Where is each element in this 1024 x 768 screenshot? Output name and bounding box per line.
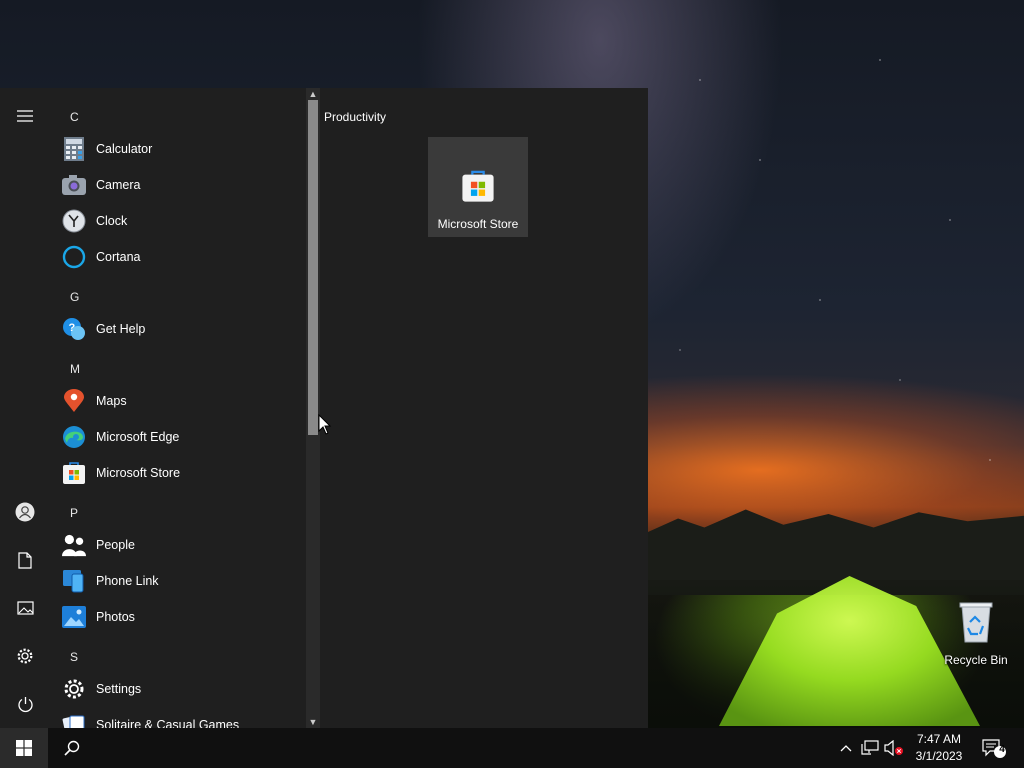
app-label: People xyxy=(96,538,135,552)
windows-logo-icon xyxy=(16,740,32,756)
recycle-bin-icon xyxy=(959,602,993,643)
app-label: Maps xyxy=(96,394,127,408)
hamburger-menu-button[interactable] xyxy=(5,96,45,136)
phone-link-icon xyxy=(62,569,86,593)
tile-group-title[interactable]: Productivity xyxy=(324,110,386,124)
cortana-icon xyxy=(62,245,86,269)
start-rail xyxy=(0,88,50,728)
scroll-down-arrow[interactable]: ▼ xyxy=(306,716,320,728)
settings-icon xyxy=(17,648,33,664)
app-get-help[interactable]: ? Get Help xyxy=(62,312,302,346)
user-account-button[interactable] xyxy=(5,492,45,532)
pictures-icon xyxy=(16,601,34,615)
documents-icon xyxy=(18,551,32,569)
svg-text:?: ? xyxy=(69,322,76,334)
app-label: Microsoft Edge xyxy=(96,430,180,444)
user-icon xyxy=(15,502,35,522)
recycle-bin-desktop-icon[interactable]: Recycle Bin xyxy=(938,600,1014,672)
clock-time: 7:47 AM xyxy=(916,732,962,746)
taskbar-clock[interactable]: 7:47 AM 3/1/2023 xyxy=(906,731,972,765)
app-microsoft-store[interactable]: Microsoft Store xyxy=(62,456,302,490)
app-label: Camera xyxy=(96,178,141,192)
people-icon xyxy=(62,533,86,557)
network-button[interactable] xyxy=(860,738,880,758)
scroll-up-arrow[interactable]: ▲ xyxy=(306,88,320,100)
pictures-button[interactable] xyxy=(5,588,45,628)
edge-icon xyxy=(62,425,86,449)
app-list-scrollbar[interactable]: ▲ ▼ xyxy=(306,88,320,728)
start-menu: C Calculator Camera Clock Cortana G ? Ge… xyxy=(0,88,648,728)
documents-button[interactable] xyxy=(5,540,45,580)
action-center-button[interactable]: 4 xyxy=(982,738,1008,758)
app-microsoft-edge[interactable]: Microsoft Edge xyxy=(62,420,302,454)
taskbar: 7:47 AM 3/1/2023 4 xyxy=(0,728,1024,768)
app-label: Solitaire & Casual Games xyxy=(96,718,240,728)
power-button[interactable] xyxy=(5,684,45,724)
clock-date: 3/1/2023 xyxy=(915,749,963,763)
clock-icon xyxy=(62,209,86,233)
maps-icon xyxy=(62,389,86,413)
app-phone-link[interactable]: Phone Link xyxy=(62,564,302,598)
app-camera[interactable]: Camera xyxy=(62,168,302,202)
volume-button[interactable] xyxy=(884,738,904,758)
chevron-up-icon xyxy=(840,745,852,752)
tile-label: Microsoft Store xyxy=(437,217,519,231)
app-label: Phone Link xyxy=(96,574,159,588)
letter-header-s[interactable]: S xyxy=(70,650,78,664)
network-icon xyxy=(861,740,879,755)
app-cortana[interactable]: Cortana xyxy=(62,240,302,274)
tiles-area: Productivity Microsoft Store xyxy=(320,88,648,728)
notification-count-badge: 4 xyxy=(999,744,1005,755)
app-label: Microsoft Store xyxy=(96,466,181,480)
gear-icon xyxy=(62,677,86,701)
show-hidden-icons-button[interactable] xyxy=(836,738,856,758)
app-calculator[interactable]: Calculator xyxy=(62,132,302,166)
app-photos[interactable]: Photos xyxy=(62,600,302,634)
mouse-cursor-icon xyxy=(318,414,332,435)
app-label: Get Help xyxy=(96,322,146,336)
app-list: C Calculator Camera Clock Cortana G ? Ge… xyxy=(50,88,306,728)
letter-header-c[interactable]: C xyxy=(70,110,79,124)
power-icon xyxy=(17,696,33,712)
letter-header-p[interactable]: P xyxy=(70,506,78,520)
calculator-icon xyxy=(62,137,86,161)
app-clock[interactable]: Clock xyxy=(62,204,302,238)
app-label: Clock xyxy=(96,214,128,228)
search-button[interactable] xyxy=(48,728,96,768)
app-solitaire[interactable]: Solitaire & Casual Games xyxy=(62,708,302,728)
solitaire-icon xyxy=(62,713,86,728)
app-label: Calculator xyxy=(96,142,153,156)
app-label: Settings xyxy=(96,682,142,696)
app-label: Cortana xyxy=(96,250,141,264)
get-help-icon: ? xyxy=(62,317,86,341)
app-label: Photos xyxy=(96,610,135,624)
settings-rail-button[interactable] xyxy=(5,636,45,676)
letter-header-g[interactable]: G xyxy=(70,290,79,304)
search-icon xyxy=(64,740,80,756)
app-settings[interactable]: Settings xyxy=(62,672,302,706)
scrollbar-thumb[interactable] xyxy=(308,100,318,435)
tile-microsoft-store[interactable]: Microsoft Store xyxy=(428,137,528,237)
hamburger-menu-icon xyxy=(17,110,33,122)
store-icon xyxy=(461,169,495,203)
store-icon xyxy=(62,461,86,485)
app-people[interactable]: People xyxy=(62,528,302,562)
start-button[interactable] xyxy=(0,728,48,768)
recycle-bin-label: Recycle Bin xyxy=(944,653,1008,667)
photos-icon xyxy=(62,605,86,629)
letter-header-m[interactable]: M xyxy=(70,362,80,376)
camera-icon xyxy=(62,173,86,197)
volume-muted-icon xyxy=(884,740,903,756)
app-maps[interactable]: Maps xyxy=(62,384,302,418)
